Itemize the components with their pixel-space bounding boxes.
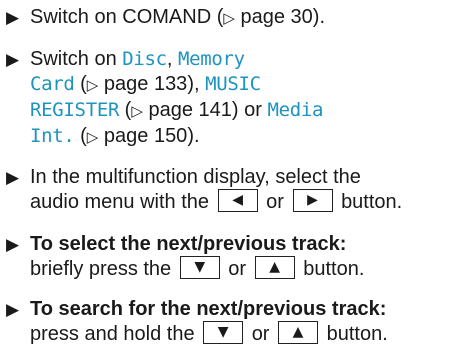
left-arrow-key-icon: ◀	[217, 189, 258, 213]
step-text: briefly press the ▼ or ▲ button.	[30, 256, 365, 280]
bullet-arrow-icon: ▶	[6, 50, 20, 69]
down-arrow-key-icon: ▼	[203, 321, 244, 345]
up-arrow-key-icon: ▲	[254, 256, 295, 280]
step-heading: To select the next/previous track:	[30, 233, 347, 255]
step-text: Card (▷ page 133), MUSIC	[30, 73, 261, 95]
page-ref-arrow-icon: ▷	[86, 76, 99, 94]
step-switch-on-comand: ▶ Switch on COMAND (▷ page 30).	[6, 5, 456, 31]
source-memory-card: Memory	[177, 48, 245, 70]
up-arrow-key-icon: ▲	[278, 321, 319, 345]
source-disc: Disc	[122, 48, 167, 70]
step-text: Int. (▷ page 150).	[30, 125, 200, 147]
page-ref: page 141	[148, 99, 232, 121]
source-music-register-2: REGISTER	[30, 99, 120, 121]
page-ref: page 30	[240, 6, 313, 28]
step-text: press and hold the ▼ or ▲ button.	[30, 321, 388, 345]
down-arrow-key-icon: ▼	[179, 256, 220, 280]
page-ref: page 133	[103, 73, 188, 95]
step-text: Switch on COMAND (▷ page 30).	[30, 6, 325, 28]
step-text: REGISTER (▷ page 141) or Media	[30, 99, 324, 121]
step-text: In the multifunction display, select the	[30, 166, 361, 188]
manual-page: ▶ Switch on COMAND (▷ page 30). ▶ Switch…	[0, 0, 462, 359]
step-search-track: ▶ To search for the next/previous track:…	[6, 297, 456, 347]
bullet-arrow-icon: ▶	[6, 168, 20, 187]
step-select-source: ▶ Switch on Disc, Memory Card (▷ page 13…	[6, 47, 456, 150]
page-ref-arrow-icon: ▷	[223, 9, 235, 27]
right-arrow-key-icon: ▶	[292, 189, 333, 213]
source-memory-card-2: Card	[30, 73, 75, 95]
step-text: audio menu with the ◀ or ▶ button.	[30, 189, 403, 213]
step-heading: To search for the next/previous track:	[30, 298, 387, 320]
step-select-track: ▶ To select the next/previous track: bri…	[6, 232, 456, 282]
step-text: Switch on Disc, Memory	[30, 48, 245, 70]
bullet-arrow-icon: ▶	[6, 300, 20, 319]
source-music-register: MUSIC	[205, 73, 261, 95]
page-ref-arrow-icon: ▷	[131, 102, 143, 120]
step-select-audio-menu: ▶ In the multifunction display, select t…	[6, 165, 456, 215]
bullet-arrow-icon: ▶	[6, 235, 20, 254]
source-media-int: Media	[267, 99, 324, 121]
page-ref-arrow-icon: ▷	[86, 128, 99, 146]
bullet-arrow-icon: ▶	[6, 8, 20, 27]
page-ref: page 150	[103, 125, 188, 147]
source-media-int-2: Int.	[30, 125, 75, 147]
